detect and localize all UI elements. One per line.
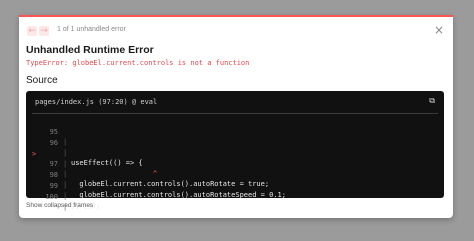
open-in-editor-icon[interactable]: ⧉ bbox=[429, 96, 435, 106]
code-line: 95 | bbox=[26, 117, 68, 146]
error-caret: ^ bbox=[153, 170, 158, 178]
error-title: Unhandled Runtime Error bbox=[26, 44, 154, 56]
code-frame: pages/index.js (97:20) @ eval ⧉ 95 | 96 … bbox=[26, 91, 444, 211]
gutter-pipe: | bbox=[63, 192, 68, 200]
line-number: 100 bbox=[45, 193, 58, 201]
error-message: TypeError: globeEl.current.controls is n… bbox=[26, 59, 250, 67]
code-line: 100 | bbox=[26, 182, 67, 211]
previous-error-button[interactable]: ← bbox=[27, 26, 37, 36]
code-line: 96 | useEffect(() => { bbox=[26, 128, 143, 167]
code-text: globeEl.current.controls().autoRotateSpe… bbox=[71, 191, 286, 199]
code-text: globeEl.current.controls().autoRotate = … bbox=[71, 180, 270, 188]
error-overlay-dialog: ← → 1 of 1 unhandled error × Unhandled R… bbox=[19, 15, 453, 218]
gutter-pipe: | bbox=[63, 181, 68, 189]
gutter-pipe: | bbox=[63, 160, 68, 168]
gutter-pipe: | bbox=[63, 170, 68, 178]
gutter-pipe: | bbox=[63, 138, 68, 146]
show-collapsed-frames-link[interactable]: Show collapsed frames bbox=[26, 202, 93, 209]
code-line-caret: | ^ bbox=[26, 149, 157, 178]
error-navigation: ← → bbox=[27, 26, 49, 36]
code-line: 99 | }, []); bbox=[26, 171, 101, 210]
error-count: 1 of 1 unhandled error bbox=[57, 26, 126, 33]
next-error-button[interactable]: → bbox=[39, 26, 49, 36]
close-icon[interactable]: × bbox=[434, 23, 444, 37]
gutter-pipe: | bbox=[63, 149, 68, 157]
code-frame-divider bbox=[32, 113, 438, 114]
source-heading: Source bbox=[26, 75, 58, 86]
code-text: useEffect(() => { bbox=[71, 159, 143, 167]
code-line: 98 | globeEl.current.controls().autoRota… bbox=[26, 160, 286, 199]
code-frame-file[interactable]: pages/index.js (97:20) @ eval bbox=[35, 98, 157, 106]
code-line-error: > 97 | globeEl.current.controls().autoRo… bbox=[26, 139, 269, 188]
